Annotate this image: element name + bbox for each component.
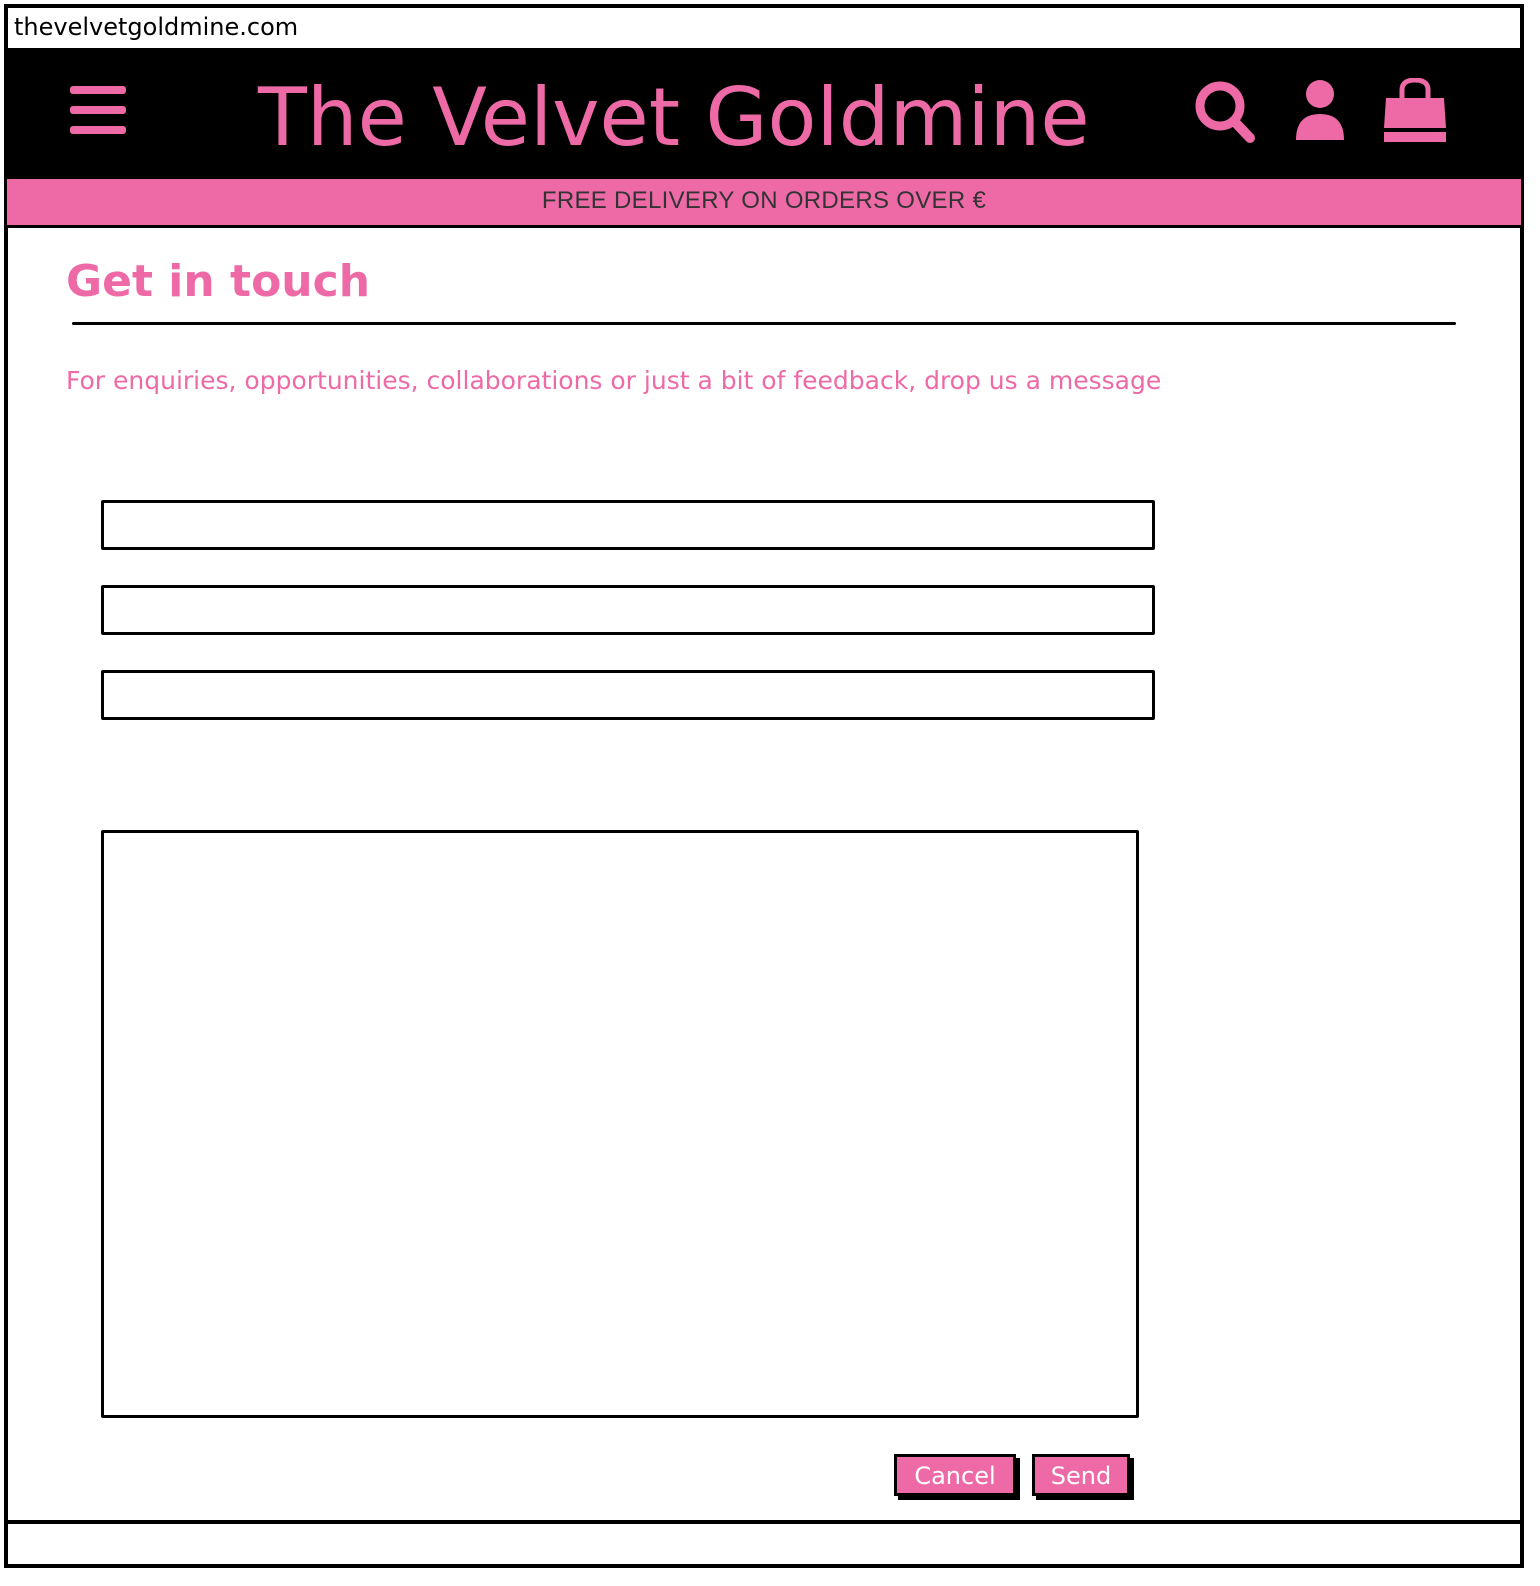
send-button[interactable]: Send xyxy=(1032,1454,1130,1496)
shopping-bag-icon[interactable] xyxy=(1380,77,1450,146)
footer-divider xyxy=(8,1520,1520,1524)
address-bar[interactable]: thevelvetgoldmine.com xyxy=(8,8,1520,50)
cancel-button[interactable]: Cancel xyxy=(894,1454,1016,1496)
contact-field-3[interactable] xyxy=(101,670,1155,720)
site-title[interactable]: The Velvet Goldmine xyxy=(258,68,1090,168)
intro-text: For enquiries, opportunities, collaborat… xyxy=(66,366,1162,395)
promo-banner: FREE DELIVERY ON ORDERS OVER € xyxy=(4,176,1524,228)
url-text: thevelvetgoldmine.com xyxy=(14,13,299,41)
browser-window: thevelvetgoldmine.com The Velvet Goldmin… xyxy=(4,4,1524,1568)
search-icon[interactable] xyxy=(1192,78,1258,146)
user-icon[interactable] xyxy=(1292,78,1358,146)
divider xyxy=(72,322,1456,325)
page-title: Get in touch xyxy=(66,256,371,307)
site-header: The Velvet Goldmine xyxy=(8,50,1520,176)
message-textarea[interactable] xyxy=(101,830,1139,1418)
contact-field-1[interactable] xyxy=(101,500,1155,550)
menu-icon[interactable] xyxy=(70,86,126,134)
contact-field-2[interactable] xyxy=(101,585,1155,635)
promo-text: FREE DELIVERY ON ORDERS OVER € xyxy=(541,187,987,214)
